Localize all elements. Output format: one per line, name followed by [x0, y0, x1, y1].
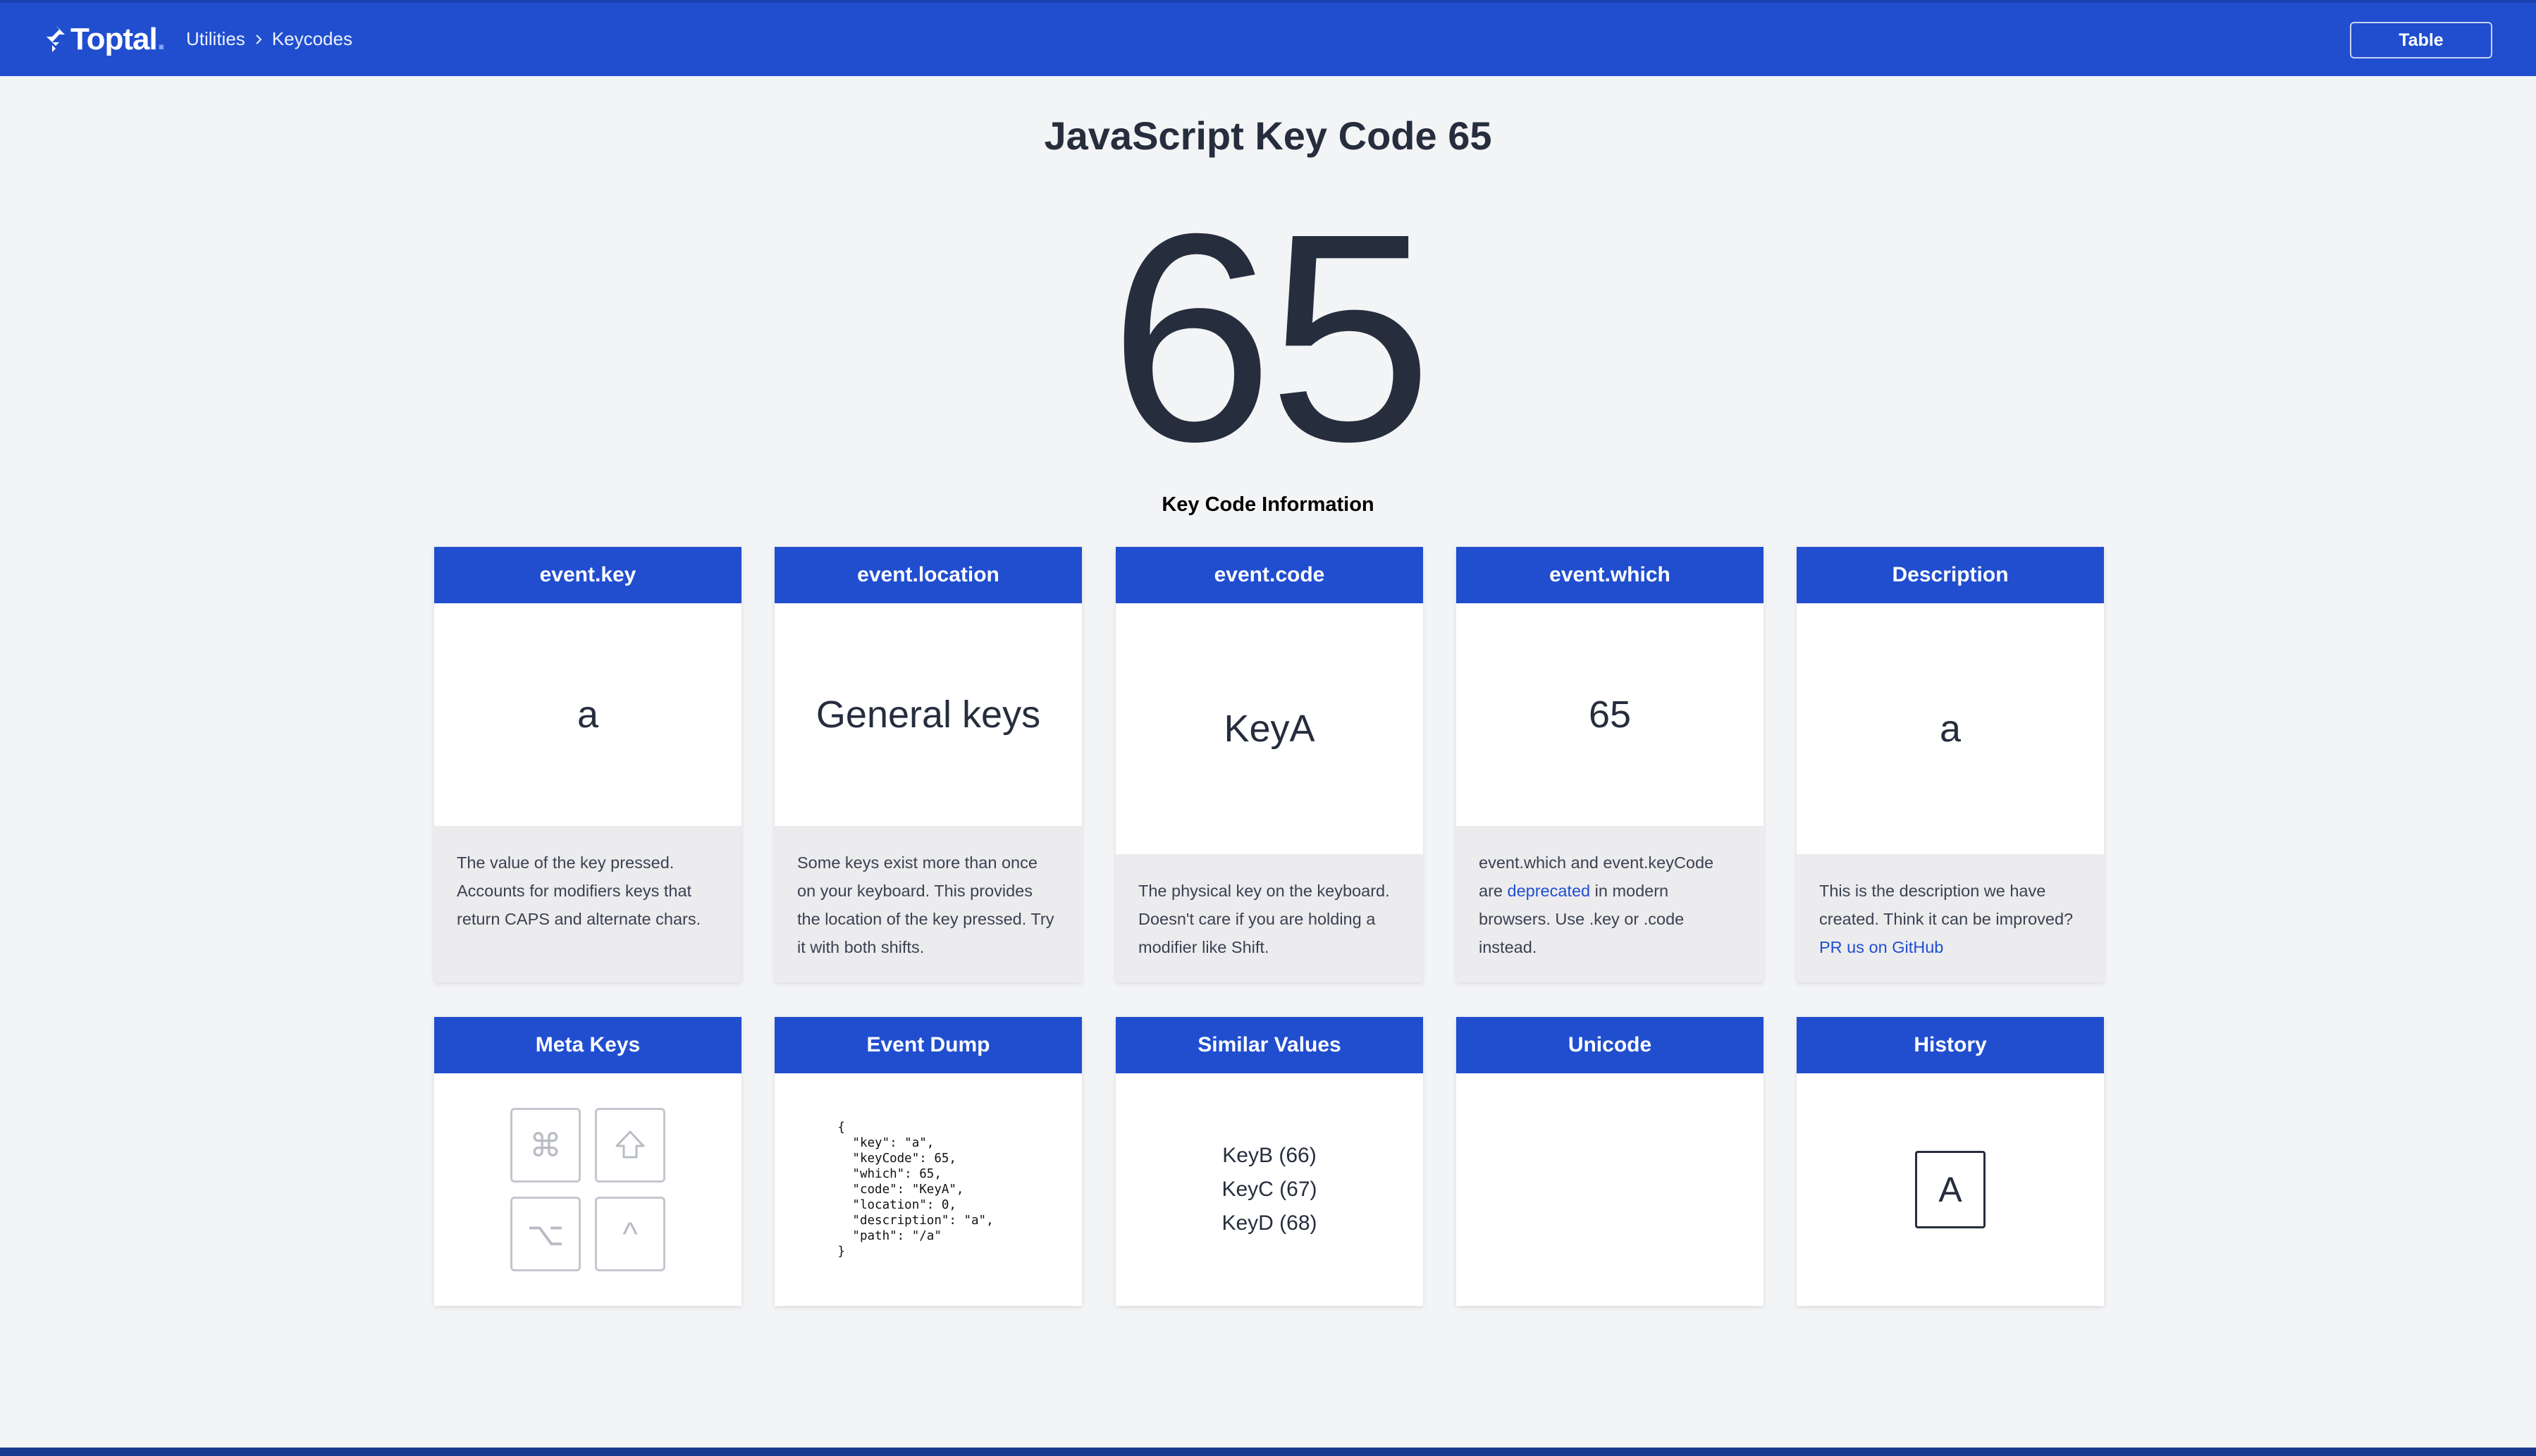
github-pr-link[interactable]: PR us on GitHub [1819, 938, 1943, 956]
similar-value-item[interactable]: KeyC (67) [1221, 1173, 1317, 1207]
card-value: KeyA [1116, 603, 1423, 854]
card-event-which: event.which 65 event.which and event.key… [1456, 547, 1763, 982]
card-value: ⌘ ⌥ ^ [434, 1073, 741, 1306]
card-value: a [434, 603, 741, 826]
card-title: event.which [1456, 547, 1763, 603]
breadcrumb-keycodes[interactable]: Keycodes [272, 28, 352, 50]
footer-strip [0, 1448, 2536, 1456]
card-title: Event Dump [775, 1017, 1082, 1073]
event-code-value: KeyA [1224, 708, 1315, 750]
control-key-icon: ^ [595, 1197, 665, 1271]
card-event-code: event.code KeyA The physical key on the … [1116, 547, 1423, 982]
card-value: { "key": "a", "keyCode": 65, "which": 65… [775, 1073, 1082, 1306]
event-which-value: 65 [1588, 693, 1632, 736]
description-value: a [1939, 708, 1962, 750]
card-event-dump: Event Dump { "key": "a", "keyCode": 65, … [775, 1017, 1082, 1306]
card-title: Similar Values [1116, 1017, 1423, 1073]
description-text: This is the description we have created.… [1819, 882, 2074, 928]
card-event-location: event.location General keys Some keys ex… [775, 547, 1082, 982]
card-title: event.location [775, 547, 1082, 603]
page-title: JavaScript Key Code 65 [1044, 113, 1492, 158]
card-description: Some keys exist more than once on your k… [775, 826, 1082, 982]
logo-dot: . [156, 22, 166, 56]
card-title: Description [1797, 547, 2104, 603]
card-title: Meta Keys [434, 1017, 741, 1073]
card-value: General keys [775, 603, 1082, 826]
event-dump-json: { "key": "a", "keyCode": 65, "which": 65… [837, 1121, 994, 1259]
card-title: History [1797, 1017, 2104, 1073]
section-label: Key Code Information [1162, 493, 1374, 516]
top-navigation-bar: Toptal. Utilities Keycodes Table [0, 0, 2536, 76]
card-history: History A [1797, 1017, 2104, 1306]
big-key-code: 65 [1109, 173, 1432, 503]
toptal-logo[interactable]: Toptal. [44, 18, 166, 61]
card-title: Unicode [1456, 1017, 1763, 1073]
similar-value-item[interactable]: KeyD (68) [1221, 1207, 1317, 1240]
option-key-icon: ⌥ [510, 1197, 581, 1271]
similar-value-item[interactable]: KeyB (66) [1222, 1139, 1316, 1173]
card-meta-keys: Meta Keys ⌘ ⌥ ^ [434, 1017, 741, 1306]
card-value: 65 [1456, 603, 1763, 826]
card-description: This is the description we have created.… [1797, 854, 2104, 982]
card-description: The physical key on the keyboard. Doesn'… [1116, 854, 1423, 982]
card-value [1456, 1073, 1763, 1306]
event-location-value: General keys [815, 693, 1041, 736]
history-key[interactable]: A [1915, 1151, 1986, 1228]
card-description: event.which and event.keyCode are deprec… [1456, 826, 1763, 982]
similar-values-list: KeyB (66) KeyC (67) KeyD (68) [1221, 1139, 1317, 1240]
logo-text: Toptal [70, 22, 158, 56]
toptal-logo-icon [47, 25, 65, 52]
table-button[interactable]: Table [2350, 22, 2492, 58]
shift-icon [615, 1130, 645, 1159]
deprecated-link[interactable]: deprecated [1508, 882, 1591, 900]
card-description-info: Description a This is the description we… [1797, 547, 2104, 982]
card-description: The value of the key pressed. Accounts f… [434, 826, 741, 982]
shift-key-icon [595, 1108, 665, 1183]
event-key-value: a [577, 693, 599, 736]
command-key-icon: ⌘ [510, 1108, 581, 1183]
chevron-right-icon [256, 34, 262, 44]
card-value: KeyB (66) KeyC (67) KeyD (68) [1116, 1073, 1423, 1306]
card-unicode: Unicode [1456, 1017, 1763, 1306]
card-title: event.code [1116, 547, 1423, 603]
breadcrumb: Utilities Keycodes [186, 28, 352, 50]
card-similar-values: Similar Values KeyB (66) KeyC (67) KeyD … [1116, 1017, 1423, 1306]
card-value: A [1797, 1073, 2104, 1306]
meta-keys-grid: ⌘ ⌥ ^ [510, 1108, 665, 1271]
card-title: event.key [434, 547, 741, 603]
card-value: a [1797, 603, 2104, 854]
breadcrumb-utilities[interactable]: Utilities [186, 28, 245, 50]
card-event-key: event.key a The value of the key pressed… [434, 547, 741, 982]
